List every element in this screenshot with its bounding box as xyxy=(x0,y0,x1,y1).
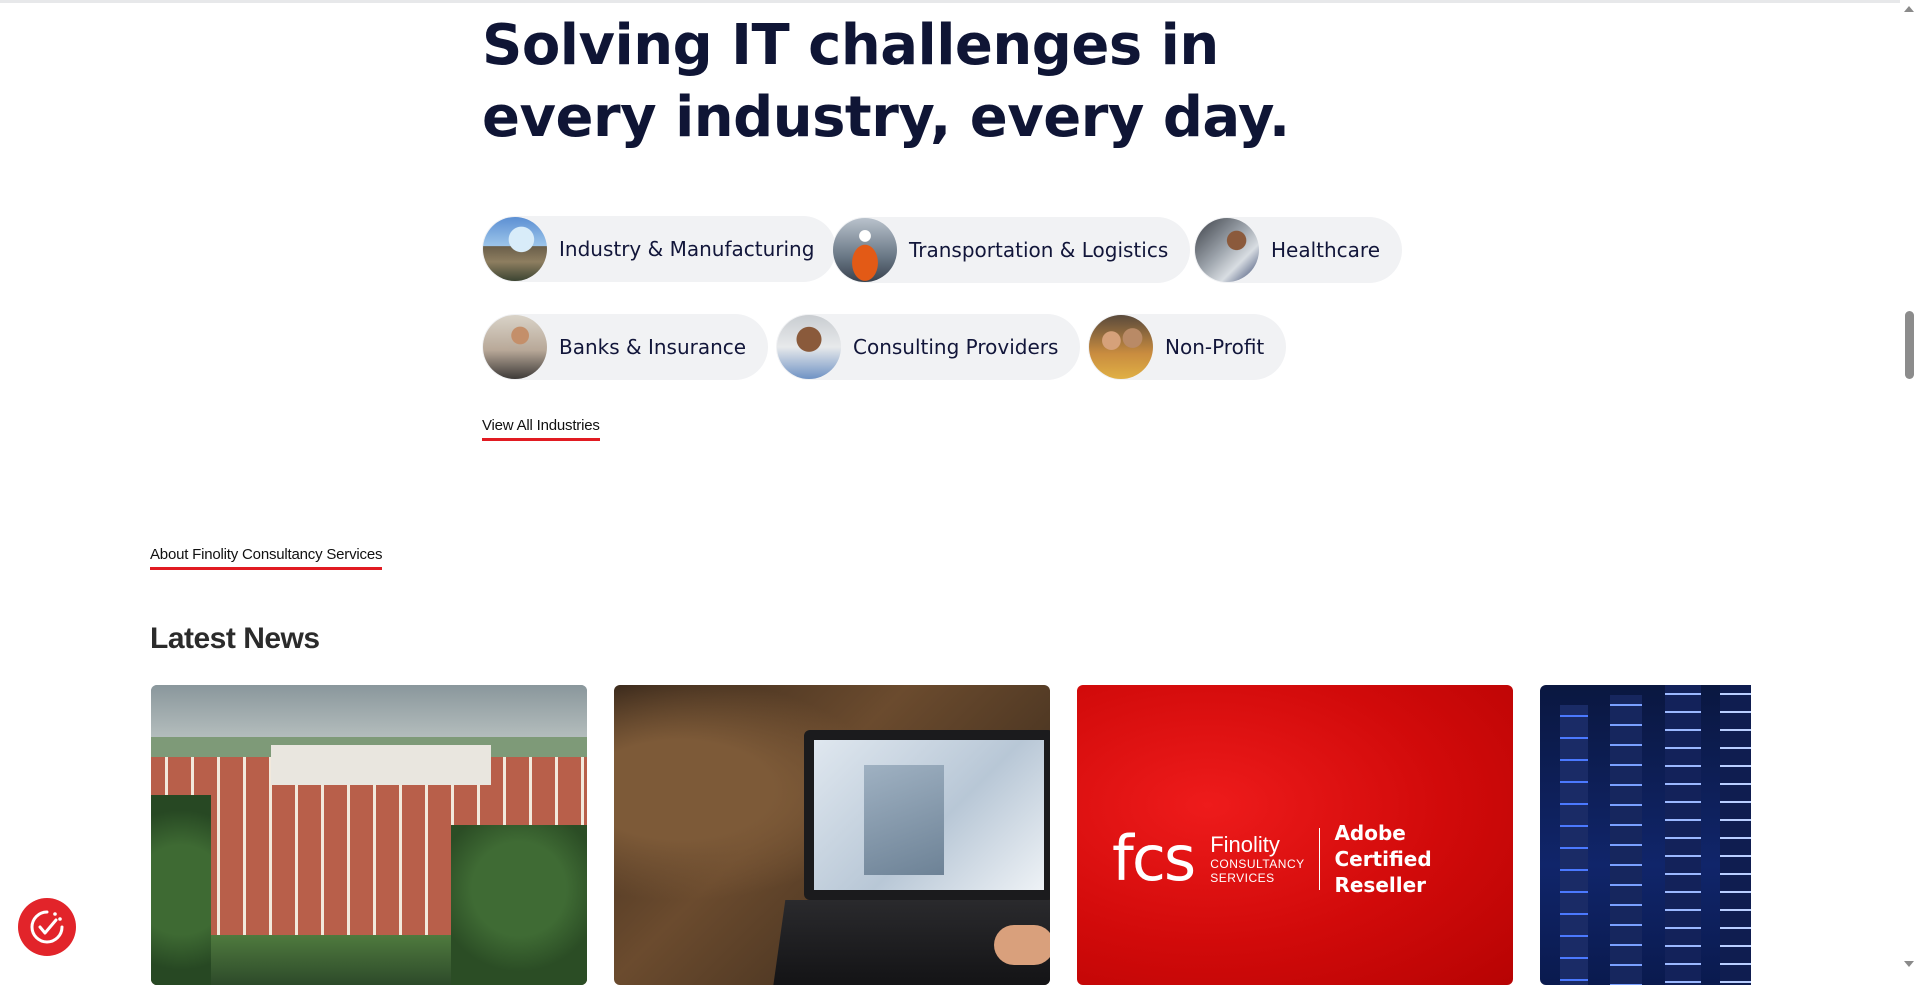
cookie-consent-button[interactable] xyxy=(18,898,76,956)
news-card-campus[interactable] xyxy=(151,685,587,985)
view-all-industries-link[interactable]: View All Industries xyxy=(482,417,600,441)
industry-pill-consulting[interactable]: Consulting Providers xyxy=(776,314,1081,380)
latest-news-heading: Latest News xyxy=(150,622,320,655)
fcs-logo-sub1: CONSULTANCY xyxy=(1210,857,1305,871)
scroll-thumb[interactable] xyxy=(1905,311,1914,379)
news-card-adobe-reseller[interactable]: fcs Finolity CONSULTANCY SERVICES Adobe … xyxy=(1077,685,1513,985)
industry-label: Healthcare xyxy=(1271,238,1381,262)
industry-pill-healthcare[interactable]: Healthcare xyxy=(1194,217,1403,283)
industry-pill-banks[interactable]: Banks & Insurance xyxy=(482,314,769,380)
news-card-server[interactable] xyxy=(1540,685,1751,985)
industry-pill-nonprofit[interactable]: Non-Profit xyxy=(1088,314,1287,380)
volunteers-photo xyxy=(1089,315,1153,379)
fcs-logo-mark: fcs xyxy=(1112,822,1196,895)
industries-headline: Solving IT challenges in every industry,… xyxy=(482,13,1290,150)
partner-line-1: Adobe xyxy=(1334,821,1406,845)
about-company-link[interactable]: About Finolity Consultancy Services xyxy=(150,546,382,570)
factory-photo xyxy=(483,217,547,281)
cookie-consent-icon xyxy=(30,910,64,944)
industry-pill-transportation[interactable]: Transportation & Logistics xyxy=(832,217,1191,283)
fcs-logo-sub2: SERVICES xyxy=(1210,871,1275,885)
consultant-photo xyxy=(777,315,841,379)
industry-label: Non-Profit xyxy=(1165,335,1265,359)
scroll-down-icon[interactable] xyxy=(1904,961,1914,967)
healthcare-photo xyxy=(1195,218,1259,282)
fcs-logo-name: Finolity xyxy=(1210,832,1280,857)
industry-label: Transportation & Logistics xyxy=(909,238,1169,262)
logo-divider xyxy=(1318,828,1321,890)
industry-label: Industry & Manufacturing xyxy=(559,237,815,261)
top-border xyxy=(0,0,1900,3)
worker-photo xyxy=(833,218,897,282)
industry-label: Banks & Insurance xyxy=(559,335,747,359)
news-card-laptop[interactable] xyxy=(614,685,1050,985)
fcs-adobe-logo: fcs Finolity CONSULTANCY SERVICES Adobe … xyxy=(1112,820,1513,898)
partner-line-2: Certified Reseller xyxy=(1334,847,1432,897)
page-scrollbar[interactable] xyxy=(1900,0,1919,973)
industry-pill-manufacturing[interactable]: Industry & Manufacturing xyxy=(482,216,837,282)
scroll-up-icon[interactable] xyxy=(1904,6,1914,12)
industry-label: Consulting Providers xyxy=(853,335,1059,359)
banker-photo xyxy=(483,315,547,379)
